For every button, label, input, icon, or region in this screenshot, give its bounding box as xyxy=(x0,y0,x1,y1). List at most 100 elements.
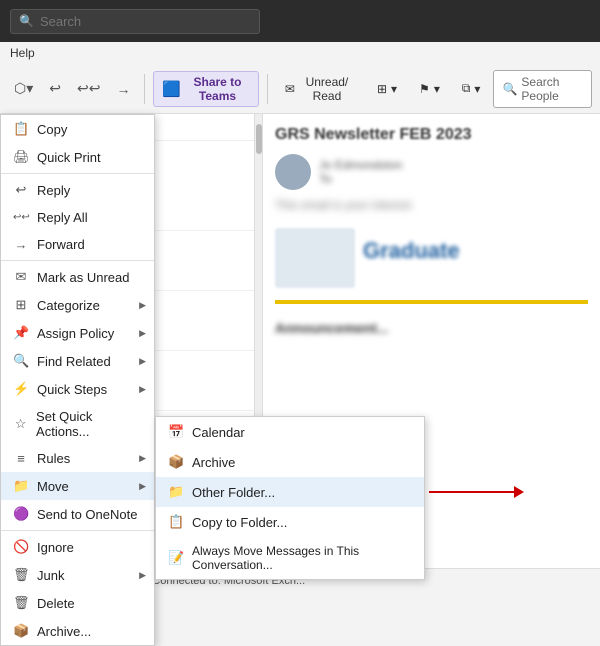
menu-item-setquickactions[interactable]: ☆ Set Quick Actions... xyxy=(1,403,154,445)
flag-button[interactable]: ⚑ ▾ xyxy=(410,71,449,107)
submenu-item-copytofolder[interactable]: 📋 Copy to Folder... xyxy=(156,507,424,537)
archive-icon: 📦 xyxy=(13,623,29,639)
menu-item-archive[interactable]: 📦 Archive... xyxy=(1,617,154,645)
menu-item-replyall[interactable]: ↩↩ Reply All xyxy=(1,204,154,231)
menu-archive-label: Archive... xyxy=(37,624,91,639)
menu-setquickactions-label: Set Quick Actions... xyxy=(36,409,142,439)
menu-quickprint-label: Quick Print xyxy=(37,150,101,165)
menu-item-markasunread[interactable]: ✉ Mark as Unread xyxy=(1,263,154,291)
submenu-item-alwaysmove[interactable]: 📝 Always Move Messages in This Conversat… xyxy=(156,537,424,579)
alwaysmove-icon: 📝 xyxy=(168,550,184,566)
menu-sep-2 xyxy=(1,260,154,261)
view-button[interactable]: ⧉ ▾ xyxy=(453,71,490,107)
menu-item-sendtoonenote[interactable]: 🟣 Send to OneNote xyxy=(1,500,154,528)
menu-categorize-label: Categorize xyxy=(37,298,100,313)
categorize-icon: ⊞ xyxy=(13,297,29,313)
menu-replyall-label: Reply All xyxy=(37,210,88,225)
menu-item-assignpolicy[interactable]: 📌 Assign Policy xyxy=(1,319,154,347)
toolbar-divider-2 xyxy=(267,74,268,104)
menu-reply-label: Reply xyxy=(37,183,70,198)
flag-icon: ⚑ xyxy=(419,82,430,96)
search-people-icon: 🔍 xyxy=(502,82,517,96)
view-dropdown-icon: ▾ xyxy=(474,82,480,96)
rules-icon: ≡ xyxy=(13,451,29,466)
menu-markasunread-label: Mark as Unread xyxy=(37,270,129,285)
context-menu-overlay: 📋 Copy 🖨 Quick Print ↩ Reply ↩↩ Reply Al… xyxy=(0,114,425,568)
setquickactions-icon: ☆ xyxy=(13,416,28,432)
menu-item-junk[interactable]: 🗑 Junk xyxy=(1,561,154,589)
top-bar: 🔍 xyxy=(0,0,600,42)
search-input[interactable] xyxy=(40,14,251,29)
arrow-head xyxy=(514,486,524,498)
nav-forward-btn[interactable]: → xyxy=(110,77,136,101)
menu-item-move[interactable]: 📁 Move xyxy=(1,472,154,500)
submenu-item-calendar[interactable]: 📅 Calendar xyxy=(156,417,424,447)
view-icon: ⧉ xyxy=(462,81,471,96)
menu-item-rules[interactable]: ≡ Rules xyxy=(1,445,154,472)
submenu-otherfolder-label: Other Folder... xyxy=(192,485,275,500)
unread-read-label: Unread/ Read xyxy=(299,75,355,103)
menu-item-forward[interactable]: → Forward xyxy=(1,231,154,258)
apps-icon: ⊞ xyxy=(377,82,387,96)
menu-forward-label: Forward xyxy=(37,237,85,252)
junk-icon: 🗑 xyxy=(13,567,29,583)
menu-quicksteps-label: Quick Steps xyxy=(37,382,107,397)
nav-archive-btn[interactable]: ⬡▾ xyxy=(8,76,39,101)
red-arrow-container xyxy=(429,486,524,498)
flag-dropdown-icon: ▾ xyxy=(434,82,440,96)
menu-findrelated-label: Find Related xyxy=(37,354,111,369)
nav-back-btn[interactable]: ↩ xyxy=(43,76,67,101)
top-search-box[interactable]: 🔍 xyxy=(10,9,260,34)
menu-item-quickprint[interactable]: 🖨 Quick Print xyxy=(1,143,154,171)
delete-icon: 🗑 xyxy=(13,595,29,611)
menu-item-ignore[interactable]: 🚫 Ignore xyxy=(1,533,154,561)
submenu-archive-label: Archive xyxy=(192,455,235,470)
menu-junk-label: Junk xyxy=(37,568,64,583)
arrow-line xyxy=(429,491,514,493)
content-area: By Date ↑ from this folder Wed 15/02 Tue… xyxy=(0,114,600,568)
onenote-icon: 🟣 xyxy=(13,506,29,522)
quicksteps-icon: ⚡ xyxy=(13,381,29,397)
apps-dropdown-icon: ▾ xyxy=(391,82,397,96)
submenu-alwaysmove-label: Always Move Messages in This Conversatio… xyxy=(192,544,412,572)
nav-back2-btn[interactable]: ↩↩ xyxy=(71,76,106,101)
menu-item-findrelated[interactable]: 🔍 Find Related xyxy=(1,347,154,375)
envelope-icon: ✉ xyxy=(285,82,295,96)
reply-icon: ↩ xyxy=(13,182,29,198)
menu-sep-1 xyxy=(1,173,154,174)
copytofolder-icon: 📋 xyxy=(168,514,184,530)
menu-item-categorize[interactable]: ⊞ Categorize xyxy=(1,291,154,319)
search-icon: 🔍 xyxy=(19,14,34,28)
menu-move-label: Move xyxy=(37,479,69,494)
menu-item-copy[interactable]: 📋 Copy xyxy=(1,115,154,143)
menu-sep-3 xyxy=(1,530,154,531)
submenu-item-otherfolder[interactable]: 📁 Other Folder... xyxy=(156,477,424,507)
search-people-box[interactable]: 🔍 Search People xyxy=(493,70,592,108)
toolbar-divider-1 xyxy=(144,74,145,104)
menu-item-reply[interactable]: ↩ Reply xyxy=(1,176,154,204)
menu-ignore-label: Ignore xyxy=(37,540,74,555)
move-submenu: 📅 Calendar 📦 Archive 📁 Other Folder... 📋… xyxy=(155,416,425,580)
submenu-item-archive[interactable]: 📦 Archive xyxy=(156,447,424,477)
apps-button[interactable]: ⊞ ▾ xyxy=(368,71,406,107)
share-teams-button[interactable]: 🟦 Share to Teams xyxy=(153,71,259,107)
submenu-calendar-label: Calendar xyxy=(192,425,245,440)
toolbar: ⬡▾ ↩ ↩↩ → 🟦 Share to Teams ✉ Unread/ Rea… xyxy=(0,64,600,114)
menu-delete-label: Delete xyxy=(37,596,75,611)
print-icon: 🖨 xyxy=(13,149,29,165)
search-people-label: Search People xyxy=(521,75,583,103)
archive-sub-icon: 📦 xyxy=(168,454,184,470)
help-bar: Help xyxy=(0,42,600,64)
share-teams-label: Share to Teams xyxy=(185,75,250,103)
menu-item-quicksteps[interactable]: ⚡ Quick Steps xyxy=(1,375,154,403)
submenu-copytofolder-label: Copy to Folder... xyxy=(192,515,287,530)
menu-assignpolicy-label: Assign Policy xyxy=(37,326,114,341)
calendar-icon: 📅 xyxy=(168,424,184,440)
menu-sendtoonenote-label: Send to OneNote xyxy=(37,507,137,522)
menu-copy-label: Copy xyxy=(37,122,67,137)
menu-item-delete[interactable]: 🗑 Delete xyxy=(1,589,154,617)
markasunread-icon: ✉ xyxy=(13,269,29,285)
unread-read-button[interactable]: ✉ Unread/ Read xyxy=(276,71,364,107)
findrelated-icon: 🔍 xyxy=(13,353,29,369)
help-label: Help xyxy=(10,46,35,60)
